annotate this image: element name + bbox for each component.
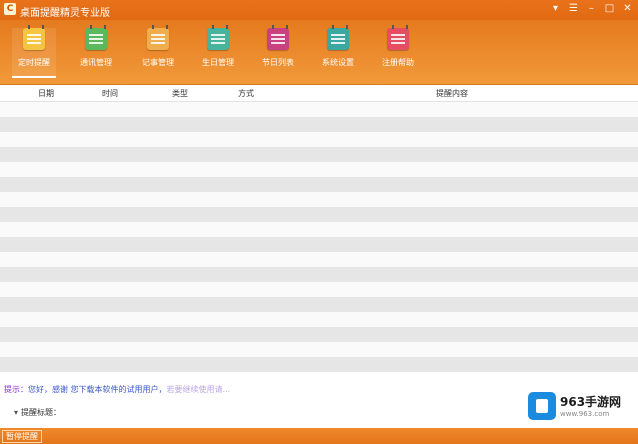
toolbar-notes-button[interactable]: 记事管理 — [136, 25, 180, 76]
table-row — [0, 162, 638, 177]
table-row — [0, 252, 638, 267]
watermark-name: 963手游网 — [560, 395, 622, 409]
table-row — [0, 147, 638, 162]
birthday-icon — [207, 25, 229, 50]
column-header-time[interactable]: 时间 — [102, 88, 118, 99]
toolbar-contacts-button[interactable]: 通讯管理 — [74, 25, 118, 76]
table-row — [0, 102, 638, 117]
holidays-icon — [267, 25, 289, 50]
table-row — [0, 267, 638, 282]
toolbar-item-label: 记事管理 — [142, 58, 174, 67]
skin-icon[interactable]: ▾ — [549, 2, 562, 16]
column-header-content[interactable]: 提醒内容 — [436, 88, 468, 99]
toolbar-settings-button[interactable]: 系统设置 — [316, 25, 360, 76]
toolbar-item-label: 生日管理 — [202, 58, 234, 67]
watermark-url: www.963.com — [560, 410, 610, 418]
timed-reminder-icon — [23, 25, 45, 50]
toolbar-item-label: 定时提醒 — [18, 58, 50, 67]
tip-lead: 提示： — [4, 385, 28, 394]
table-row — [0, 237, 638, 252]
settings-icon — [327, 25, 349, 50]
notes-icon — [147, 25, 169, 50]
table-row — [0, 282, 638, 297]
toolbar-item-label: 通讯管理 — [80, 58, 112, 67]
reminder-list[interactable] — [0, 102, 638, 372]
table-row — [0, 117, 638, 132]
menu-icon[interactable]: ☰ — [567, 2, 580, 16]
table-row — [0, 132, 638, 147]
toolbar-item-label: 系统设置 — [322, 58, 354, 67]
table-row — [0, 222, 638, 237]
window-title: 桌面提醒精灵专业版 — [20, 8, 110, 19]
register-help-icon — [387, 25, 409, 50]
minimize-icon[interactable]: – — [585, 2, 598, 16]
status-bar: 暂停提醒 — [0, 428, 638, 444]
table-row — [0, 357, 638, 372]
reminder-title-label: 提醒标题： — [21, 408, 62, 417]
toolbar-birthday-button[interactable]: 生日管理 — [196, 25, 240, 76]
table-row — [0, 192, 638, 207]
tip-text: 您好，感谢 您下载本软件的试用用户， — [28, 385, 167, 394]
table-row — [0, 312, 638, 327]
watermark-logo-icon — [528, 392, 556, 420]
toolbar-item-label: 注册帮助 — [382, 58, 414, 67]
toolbar-holidays-button[interactable]: 节日列表 — [256, 25, 300, 76]
bullet-icon: ▾ — [14, 408, 19, 417]
reminder-title-row: ▾ 提醒标题： — [14, 407, 61, 418]
main-toolbar: 定时提醒 通讯管理 记事管理 生日管理 节日列表 系统设置 注册帮助 — [0, 20, 638, 85]
table-row — [0, 177, 638, 192]
table-row — [0, 327, 638, 342]
tip-dim-text[interactable]: 若要继续使用请... — [167, 385, 231, 394]
close-icon[interactable]: ✕ — [621, 2, 634, 16]
window-controls: ▾ ☰ – □ ✕ — [549, 2, 634, 16]
site-watermark: 963手游网 www.963.com — [528, 390, 636, 422]
maximize-icon[interactable]: □ — [603, 2, 616, 16]
column-header-type[interactable]: 类型 — [172, 88, 188, 99]
table-row — [0, 207, 638, 222]
column-header-date[interactable]: 日期 — [38, 88, 54, 99]
toolbar-item-label: 节日列表 — [262, 58, 294, 67]
toolbar-register-help-button[interactable]: 注册帮助 — [376, 25, 420, 76]
column-header-method[interactable]: 方式 — [238, 88, 254, 99]
tip-message: 提示：您好，感谢 您下载本软件的试用用户，若要继续使用请... — [4, 384, 230, 395]
toolbar-timed-reminder-button[interactable]: 定时提醒 — [12, 25, 56, 78]
title-bar: C 桌面提醒精灵专业版 ▾ ☰ – □ ✕ — [0, 0, 638, 20]
table-row — [0, 297, 638, 312]
pause-reminder-button[interactable]: 暂停提醒 — [2, 430, 42, 443]
app-logo-icon: C — [4, 3, 16, 15]
table-header: 日期 时间 类型 方式 提醒内容 — [0, 85, 638, 102]
table-row — [0, 342, 638, 357]
contacts-icon — [85, 25, 107, 50]
